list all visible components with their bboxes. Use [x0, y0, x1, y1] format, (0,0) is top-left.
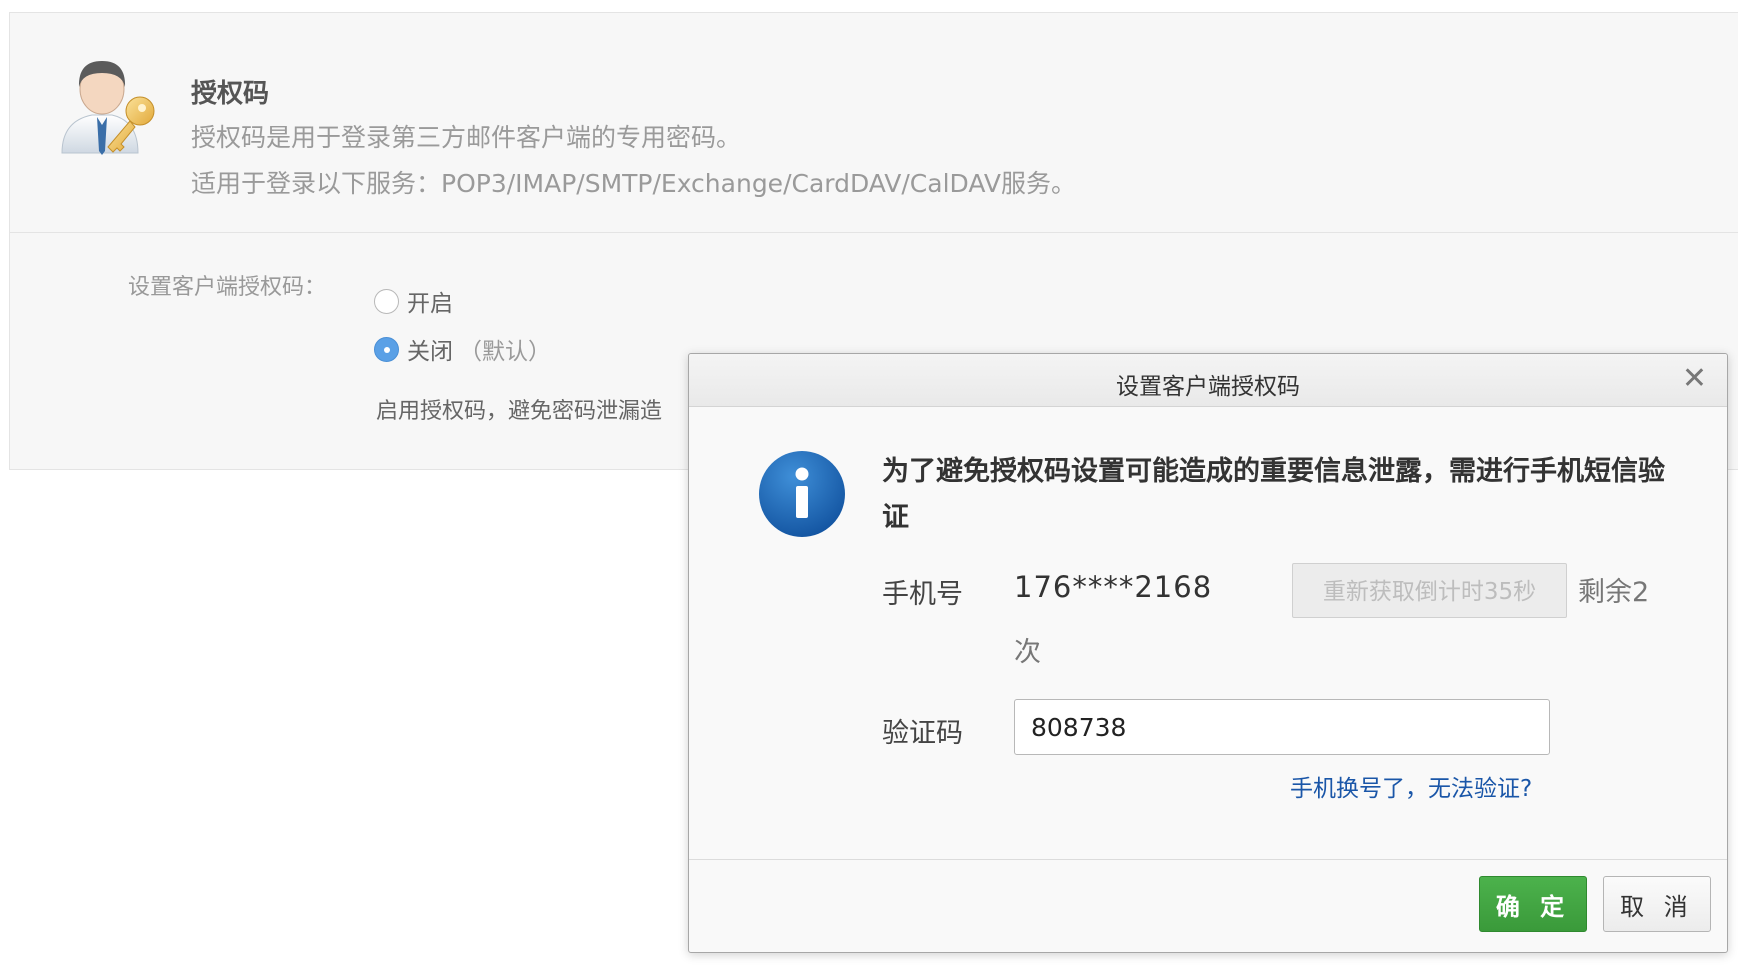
radio-label: 开启 [407, 291, 453, 317]
radio-button[interactable] [374, 288, 399, 314]
cant-verify-link[interactable]: 手机换号了，无法验证? [1290, 769, 1532, 803]
dialog-title: 设置客户端授权码 [1116, 374, 1300, 400]
phone-label: 手机号 [882, 579, 963, 610]
resend-countdown-button[interactable]: 重新获取倒计时35秒 [1292, 563, 1567, 618]
dialog-titlebar: 设置客户端授权码 ✕ [689, 354, 1727, 407]
remaining-count-unit: 次 [1014, 637, 1041, 668]
user-key-icon [61, 61, 155, 155]
radio-label: 关闭 [407, 339, 453, 365]
remaining-count: 剩余2 [1578, 577, 1650, 608]
info-icon [759, 451, 845, 537]
auth-description-line1: 授权码是用于登录第三方邮件客户端的专用密码。 [191, 123, 742, 152]
radio-button-selected[interactable] [374, 336, 399, 362]
radio-option-enable[interactable]: 开启 [374, 284, 453, 318]
enable-note: 启用授权码，避免密码泄漏造 [376, 399, 663, 424]
auth-description-line2: 适用于登录以下服务：POP3/IMAP/SMTP/Exchange/CardDA… [191, 169, 1076, 198]
dialog-footer-divider [689, 859, 1727, 860]
panel-divider [10, 232, 1738, 233]
verify-dialog: 设置客户端授权码 ✕ 为了避免授权码设置可能造成的重要信息泄露，需进行手机短信验… [688, 353, 1728, 953]
radio-hint: （默认） [459, 339, 551, 365]
cancel-button[interactable]: 取 消 [1603, 876, 1711, 932]
auth-title: 授权码 [191, 79, 270, 109]
verification-code-input[interactable] [1014, 699, 1550, 755]
close-icon[interactable]: ✕ [1682, 364, 1707, 394]
settings-label: 设置客户端授权码： [128, 275, 327, 300]
dialog-message: 为了避免授权码设置可能造成的重要信息泄露，需进行手机短信验证 [882, 456, 1665, 533]
code-label: 验证码 [882, 718, 963, 749]
phone-value: 176****2168 [1014, 570, 1213, 604]
confirm-button[interactable]: 确 定 [1479, 876, 1587, 932]
radio-option-disable[interactable]: 关闭 （默认） [374, 332, 551, 366]
